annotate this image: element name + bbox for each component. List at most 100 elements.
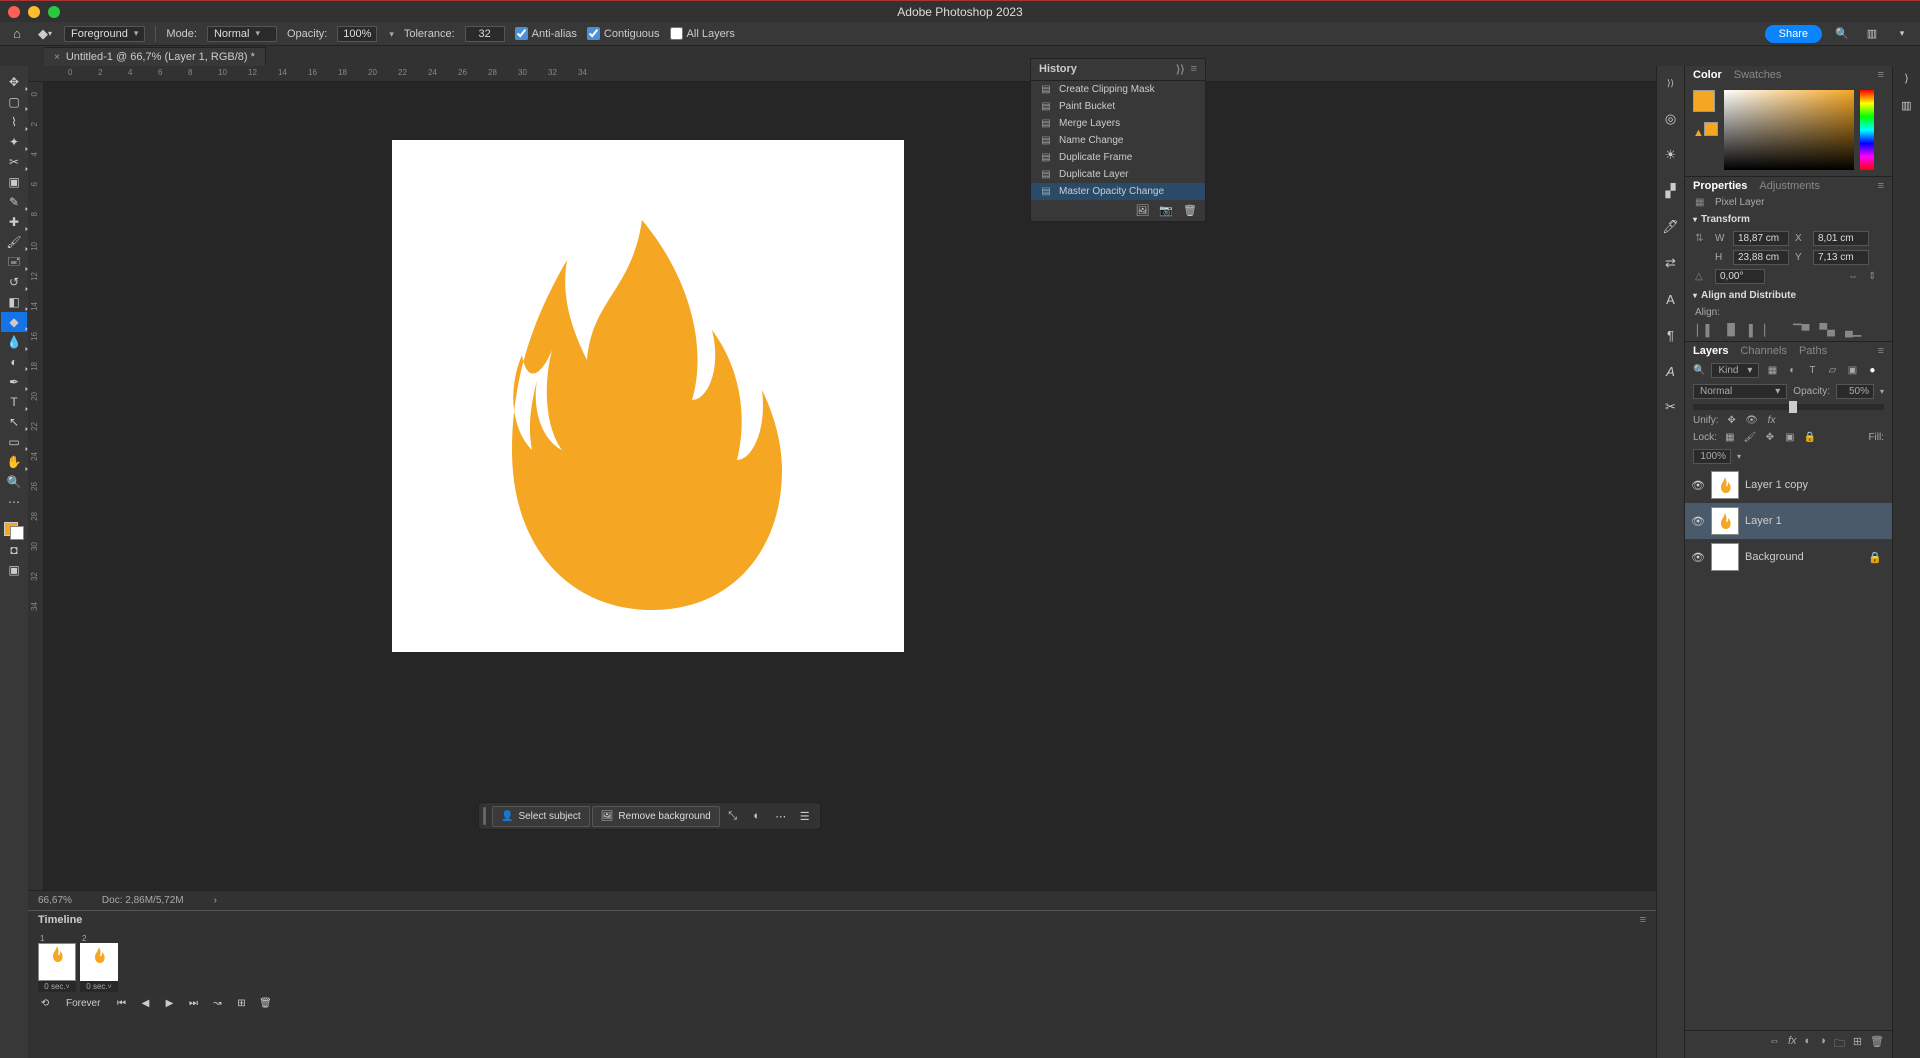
collapse-arrows-icon[interactable]: ⟩⟩ <box>1662 74 1680 92</box>
healing-brush-tool[interactable]: ✚ <box>1 212 27 232</box>
anti-alias-check[interactable]: Anti-alias <box>515 27 577 40</box>
link-layers-icon[interactable]: ⇔ <box>1769 1035 1780 1054</box>
align-bottom-icon[interactable]: ▄▁ <box>1845 324 1861 337</box>
navigator-icon[interactable]: ◎ <box>1662 110 1680 128</box>
y-field[interactable]: 7,13 cm <box>1813 250 1869 265</box>
brush-settings-icon[interactable]: ⇄ <box>1662 254 1680 272</box>
lock-position-icon[interactable]: ✥ <box>1763 432 1777 443</box>
filter-type-icon[interactable]: T <box>1805 365 1819 376</box>
unify-style-icon[interactable]: fx <box>1765 415 1779 426</box>
filter-kind-dropdown[interactable]: Kind▾ <box>1711 363 1759 378</box>
history-item[interactable]: ▤Name Change <box>1031 132 1205 149</box>
tab-properties[interactable]: Properties <box>1693 180 1747 192</box>
history-item[interactable]: ▤Duplicate Frame <box>1031 149 1205 166</box>
new-doc-from-state-icon[interactable]: 🖼 <box>1135 204 1149 217</box>
panel-menu-icon[interactable]: ≡ <box>1878 180 1884 192</box>
screen-mode-icon[interactable]: ▣ <box>1 560 27 580</box>
layer-opacity-field[interactable]: 50% <box>1836 384 1874 399</box>
color-field[interactable] <box>1724 90 1854 170</box>
align-section[interactable]: Align and Distribute <box>1685 286 1892 305</box>
paragraph-icon[interactable]: ¶ <box>1662 326 1680 344</box>
type-tool[interactable]: T <box>1 392 27 412</box>
filter-shape-icon[interactable]: ▱ <box>1825 365 1839 376</box>
frame-tool[interactable]: ▣ <box>1 172 27 192</box>
paint-bucket-tool[interactable]: ◆ <box>1 312 27 332</box>
align-left-icon[interactable]: ▏▌ <box>1697 324 1713 337</box>
blend-mode-dropdown[interactable]: Normal▾ <box>1693 384 1787 399</box>
marquee-tool[interactable]: ▢ <box>1 92 27 112</box>
canvas-area[interactable]: 0246810121416182022242628303234 👤Select … <box>28 82 1656 890</box>
hue-slider[interactable] <box>1860 90 1874 170</box>
libraries-icon[interactable]: ✂ <box>1662 398 1680 416</box>
lock-artboard-icon[interactable]: ▣ <box>1783 432 1797 443</box>
fill-field[interactable]: 100% <box>1693 449 1731 464</box>
layer-name[interactable]: Layer 1 copy <box>1745 479 1808 491</box>
fx-icon[interactable]: fx <box>1788 1035 1797 1054</box>
snapshot-icon[interactable]: 📷 <box>1159 204 1173 217</box>
layer-row[interactable]: 👁Layer 1 <box>1685 503 1892 539</box>
edit-toolbar-icon[interactable]: ⋯ <box>1 492 27 512</box>
clone-stamp-tool[interactable]: 🖃 <box>1 252 27 272</box>
document-tab[interactable]: × Untitled-1 @ 66,7% (Layer 1, RGB/8) * <box>44 47 266 66</box>
x-field[interactable]: 8,01 cm <box>1813 231 1869 246</box>
window-minimize[interactable] <box>28 6 40 18</box>
new-layer-icon[interactable]: ⊞ <box>1853 1035 1862 1054</box>
layer-row[interactable]: 👁 Layer 1 copy <box>1685 467 1892 503</box>
path-select-tool[interactable]: ↖ <box>1 412 27 432</box>
expand-panels-icon[interactable]: ⟩ <box>1904 72 1908 85</box>
height-field[interactable]: 23,88 cm <box>1733 250 1789 265</box>
contiguous-check[interactable]: Contiguous <box>587 27 660 40</box>
color-picker[interactable]: ▲ <box>1685 84 1892 176</box>
libraries-panel-icon[interactable]: ▥ <box>1901 99 1911 112</box>
filter-pixel-icon[interactable]: ▦ <box>1765 365 1779 376</box>
window-maximize[interactable] <box>48 6 60 18</box>
filter-smart-icon[interactable]: ▣ <box>1845 365 1859 376</box>
tab-color[interactable]: Color <box>1693 69 1722 81</box>
tab-swatches[interactable]: Swatches <box>1734 69 1782 81</box>
layer-thumbnail[interactable] <box>1711 543 1739 571</box>
properties-icon[interactable]: ☰ <box>794 805 816 827</box>
mask-icon[interactable]: ◐ <box>1805 1035 1812 1054</box>
panel-menu-icon[interactable]: ≡ <box>1191 63 1197 76</box>
align-center-v-icon[interactable]: ▀▄ <box>1819 324 1835 337</box>
brush-tool[interactable]: 🖌 <box>1 232 27 252</box>
visibility-icon[interactable]: 👁 <box>1691 479 1705 492</box>
mode-dropdown[interactable]: Normal <box>207 26 277 42</box>
magic-wand-tool[interactable]: ✦ <box>1 132 27 152</box>
panel-menu-icon[interactable]: ≡ <box>1878 69 1884 81</box>
blur-tool[interactable]: 💧 <box>1 332 27 352</box>
width-field[interactable]: 18,87 cm <box>1733 231 1789 246</box>
hand-tool[interactable]: ✋ <box>1 452 27 472</box>
pen-tool[interactable]: ✒ <box>1 372 27 392</box>
panel-menu-icon[interactable]: ≡ <box>1640 914 1646 926</box>
all-layers-check[interactable]: All Layers <box>670 27 735 40</box>
share-button[interactable]: Share <box>1765 25 1822 43</box>
layer-name[interactable]: Background <box>1745 551 1804 563</box>
layer-thumbnail[interactable] <box>1711 471 1739 499</box>
tool-preset-bucket-icon[interactable]: ◆▾ <box>36 25 54 43</box>
tab-channels[interactable]: Channels <box>1740 345 1786 357</box>
history-item[interactable]: ▤Duplicate Layer <box>1031 166 1205 183</box>
loop-dropdown[interactable]: Forever <box>62 998 104 1009</box>
canvas[interactable] <box>392 140 904 652</box>
glyphs-icon[interactable]: A <box>1662 362 1680 380</box>
align-right-icon[interactable]: ▌▕ <box>1749 324 1765 337</box>
timeline-frame[interactable]: 20 sec.˅ <box>80 934 118 992</box>
unify-position-icon[interactable]: ✥ <box>1725 415 1739 426</box>
timeline-frame[interactable]: 10 sec.˅ <box>38 934 76 992</box>
histogram-icon[interactable]: ▞ <box>1662 182 1680 200</box>
quick-mask-icon[interactable]: ◘ <box>1 540 27 560</box>
history-item[interactable]: ▤Merge Layers <box>1031 115 1205 132</box>
tab-layers[interactable]: Layers <box>1693 345 1728 357</box>
more-icon[interactable]: ⋯ <box>770 805 792 827</box>
filter-adjust-icon[interactable]: ◐ <box>1785 365 1799 376</box>
opacity-slider[interactable] <box>1693 404 1884 410</box>
brightness-icon[interactable]: ☀ <box>1662 146 1680 164</box>
status-chevron-icon[interactable]: › <box>214 895 217 906</box>
lock-pixels-icon[interactable]: 🖌 <box>1743 432 1757 443</box>
character-icon[interactable]: A <box>1662 290 1680 308</box>
visibility-icon[interactable]: 👁 <box>1691 551 1705 564</box>
link-wh-icon[interactable]: ⇅ <box>1695 233 1709 244</box>
last-color-swatch[interactable] <box>1704 122 1718 136</box>
delete-frame-icon[interactable]: 🗑 <box>258 998 272 1009</box>
